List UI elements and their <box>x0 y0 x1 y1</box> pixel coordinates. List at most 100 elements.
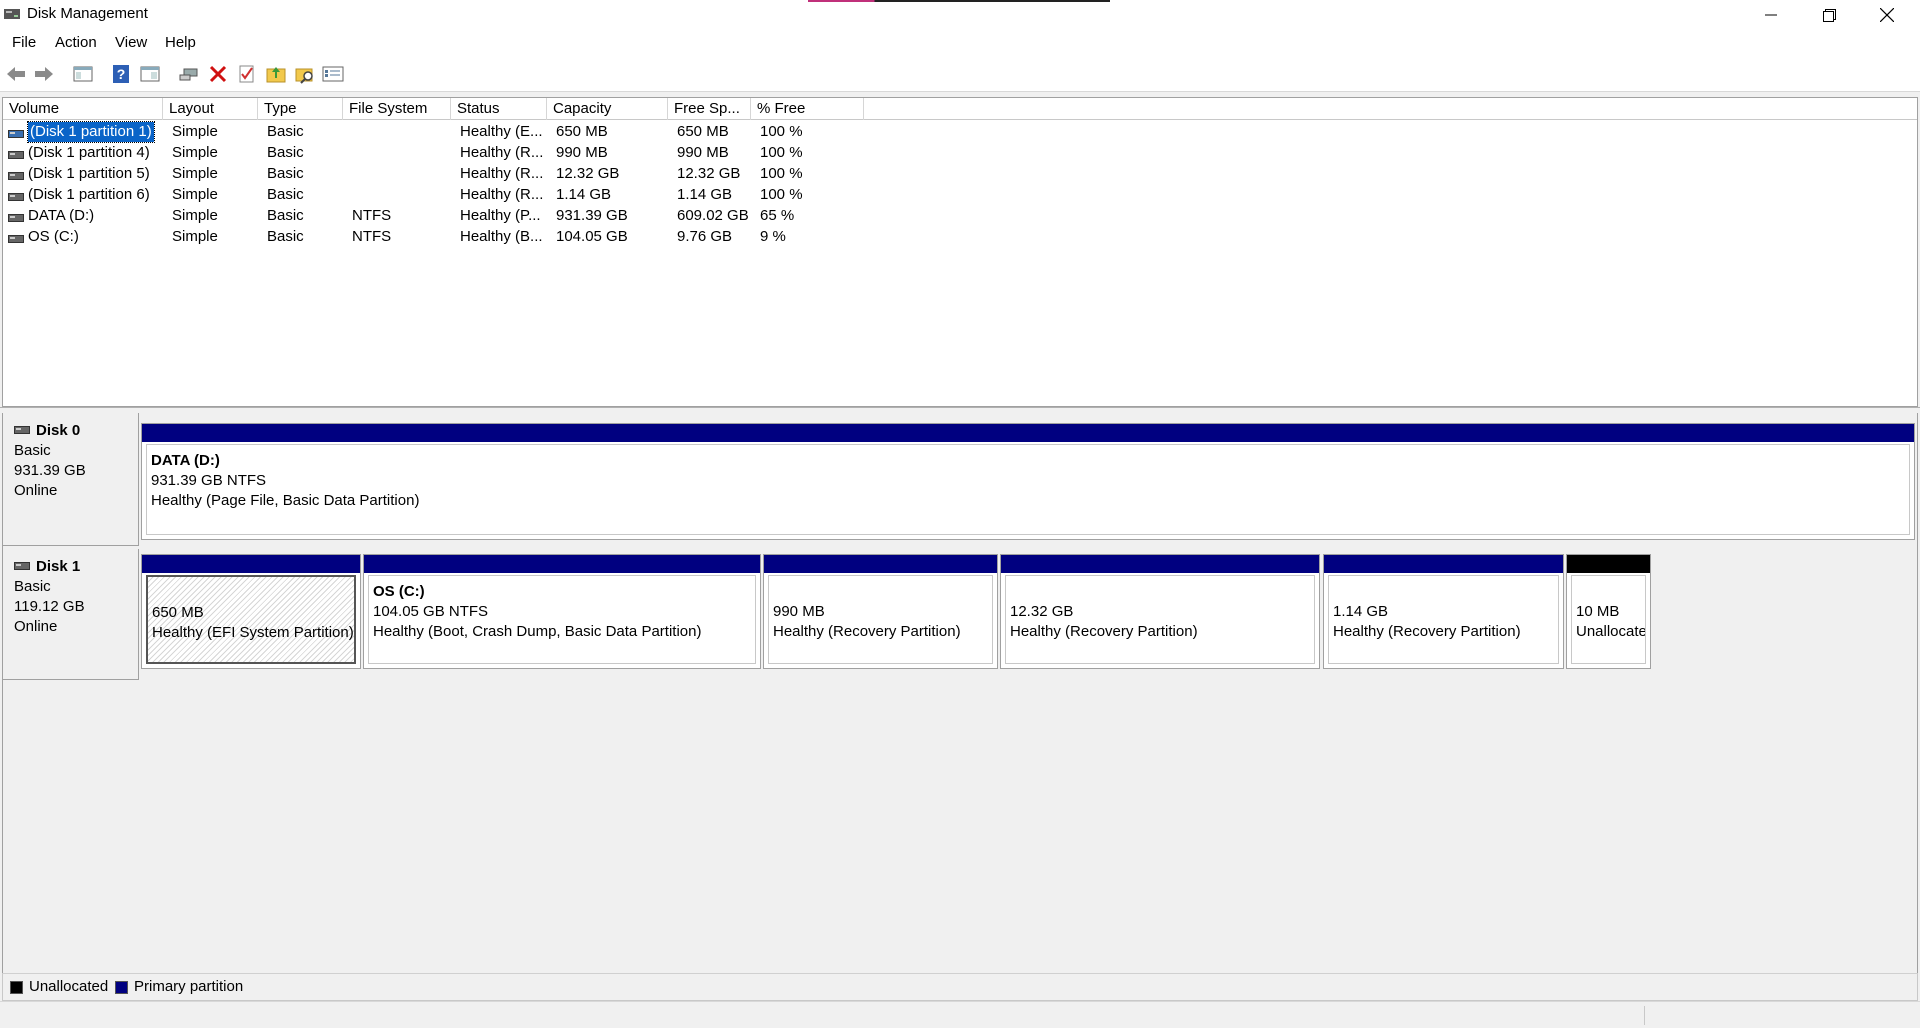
cell-type: Basic <box>267 228 304 245</box>
back-icon[interactable] <box>5 63 27 85</box>
cell-free-space: 609.02 GB <box>677 207 749 224</box>
partition-efi[interactable]: 650 MB Healthy (EFI System Partition) <box>141 554 361 669</box>
partition-name: OS (C:) <box>373 583 425 600</box>
disk-drive-icon <box>14 421 30 441</box>
partition-status: Healthy (Boot, Crash Dump, Basic Data Pa… <box>373 623 702 640</box>
menu-view[interactable]: View <box>115 34 147 51</box>
disk-name: Disk 1 <box>36 558 81 575</box>
partition-name <box>773 582 992 602</box>
check-icon[interactable] <box>236 63 258 85</box>
partition-recovery-12gb[interactable]: 12.32 GB Healthy (Recovery Partition) <box>1000 554 1320 669</box>
cell-free-space: 12.32 GB <box>677 165 741 182</box>
disk-size: 931.39 GB <box>14 462 86 479</box>
partition-body: 1.14 GB Healthy (Recovery Partition) <box>1328 575 1559 664</box>
volume-row[interactable]: OS (C:) Simple Basic NTFS Healthy (B... 104.0… <box>3 226 1917 247</box>
column-volume[interactable]: Volume <box>3 98 163 120</box>
minimize-button[interactable] <box>1742 0 1800 30</box>
partition-size: 931.39 GB NTFS <box>151 472 267 489</box>
properties-icon[interactable] <box>139 63 161 85</box>
column-capacity[interactable]: Capacity <box>547 98 668 120</box>
legend-swatch-unallocated <box>10 981 23 994</box>
cell-layout: Simple <box>172 123 218 140</box>
connect-icon[interactable] <box>178 63 200 85</box>
volume-icon <box>8 231 24 248</box>
legend-swatch-primary <box>115 981 128 994</box>
volume-row[interactable]: (Disk 1 partition 4) Simple Basic Healthy (… <box>3 142 1917 163</box>
svg-text:?: ? <box>117 66 126 82</box>
disk-1-label[interactable]: Disk 1 Basic 119.12 GB Online <box>3 549 139 680</box>
disk-management-icon <box>3 6 23 22</box>
column-layout[interactable]: Layout <box>163 98 258 120</box>
restore-button[interactable] <box>1800 0 1858 30</box>
volume-row[interactable]: DATA (D:) Simple Basic NTFS Healthy (P... 931… <box>3 205 1917 226</box>
cell-layout: Simple <box>172 186 218 203</box>
volume-icon <box>8 147 24 164</box>
cell-status: Healthy (R... <box>460 186 544 203</box>
column-file-system[interactable]: File System <box>343 98 451 120</box>
settings-list-icon[interactable] <box>322 63 344 85</box>
menu-help[interactable]: Help <box>165 34 196 51</box>
volume-list: Volume Layout Type File System Status Ca… <box>2 97 1918 407</box>
partition-body: 990 MB Healthy (Recovery Partition) <box>768 575 993 664</box>
title-bar: Disk Management <box>0 0 1920 30</box>
column-free-space[interactable]: Free Sp... <box>668 98 751 120</box>
legend: Unallocated Primary partition <box>2 973 1918 1001</box>
volume-row[interactable]: (Disk 1 partition 1) Simple Basic Healthy (… <box>3 121 1917 143</box>
partition-status: Healthy (Recovery Partition) <box>1333 623 1521 640</box>
help-icon[interactable]: ? <box>110 63 132 85</box>
disk-0-name-row: Disk 0 <box>14 421 138 441</box>
window-title: Disk Management <box>27 5 148 22</box>
column-status[interactable]: Status <box>451 98 547 120</box>
volume-row[interactable]: (Disk 1 partition 6) Simple Basic Healthy (… <box>3 184 1917 205</box>
partition-size: 10 MB <box>1576 603 1620 620</box>
partition-name <box>152 583 354 603</box>
partition-recovery-990mb[interactable]: 990 MB Healthy (Recovery Partition) <box>763 554 998 669</box>
partition-recovery-1gb[interactable]: 1.14 GB Healthy (Recovery Partition) <box>1323 554 1564 669</box>
legend-label-primary: Primary partition <box>134 978 244 995</box>
cell-file-system: NTFS <box>352 207 392 224</box>
cell-percent-free: 100 % <box>760 123 803 140</box>
disk-0-label[interactable]: Disk 0 Basic 931.39 GB Online <box>3 413 139 546</box>
cell-status: Healthy (E... <box>460 123 543 140</box>
menu-action[interactable]: Action <box>55 34 97 51</box>
cell-free-space: 9.76 GB <box>677 228 733 245</box>
delete-icon[interactable] <box>207 63 229 85</box>
cell-type: Basic <box>267 207 304 224</box>
partition-size: 12.32 GB <box>1010 603 1074 620</box>
cell-type: Basic <box>267 123 304 140</box>
disk-1-name-row: Disk 1 <box>14 557 138 577</box>
cell-capacity: 1.14 GB <box>556 186 612 203</box>
cell-status: Healthy (B... <box>460 228 543 245</box>
volume-row[interactable]: (Disk 1 partition 5) Simple Basic Healthy (… <box>3 163 1917 184</box>
column-type[interactable]: Type <box>258 98 343 120</box>
partition-size: 104.05 GB NTFS <box>373 603 489 620</box>
partition-size: 650 MB <box>152 604 204 621</box>
partition-unallocated[interactable]: 10 MB Unallocated <box>1566 554 1651 669</box>
cell-percent-free: 9 % <box>760 228 786 245</box>
cell-capacity: 650 MB <box>556 123 608 140</box>
partition-name <box>1333 582 1558 602</box>
menu-file[interactable]: File <box>12 34 36 51</box>
cell-file-system: NTFS <box>352 228 392 245</box>
cell-layout: Simple <box>172 207 218 224</box>
primary-partition-bar <box>142 555 360 573</box>
partition-size: 1.14 GB <box>1333 603 1389 620</box>
forward-icon[interactable] <box>33 63 55 85</box>
toolbar: ? <box>0 56 1920 92</box>
partition-data-d[interactable]: DATA (D:) 931.39 GB NTFS Healthy (Page F… <box>141 423 1915 540</box>
disk-drive-icon <box>14 557 30 577</box>
folder-search-icon[interactable] <box>294 63 316 85</box>
console-tree-icon[interactable] <box>72 63 94 85</box>
partition-name <box>1576 582 1645 602</box>
volume-icon <box>8 168 24 185</box>
folder-up-icon[interactable] <box>265 63 287 85</box>
cell-layout: Simple <box>172 165 218 182</box>
close-button[interactable] <box>1858 0 1916 30</box>
volume-icon <box>8 126 24 143</box>
partition-body: 10 MB Unallocated <box>1571 575 1646 664</box>
cell-volume: (Disk 1 partition 6) <box>28 186 150 203</box>
column-percent-free[interactable]: % Free <box>751 98 864 120</box>
cell-free-space: 650 MB <box>677 123 729 140</box>
partition-status: Healthy (EFI System Partition) <box>152 624 354 641</box>
partition-os-c[interactable]: OS (C:) 104.05 GB NTFS Healthy (Boot, Cr… <box>363 554 761 669</box>
